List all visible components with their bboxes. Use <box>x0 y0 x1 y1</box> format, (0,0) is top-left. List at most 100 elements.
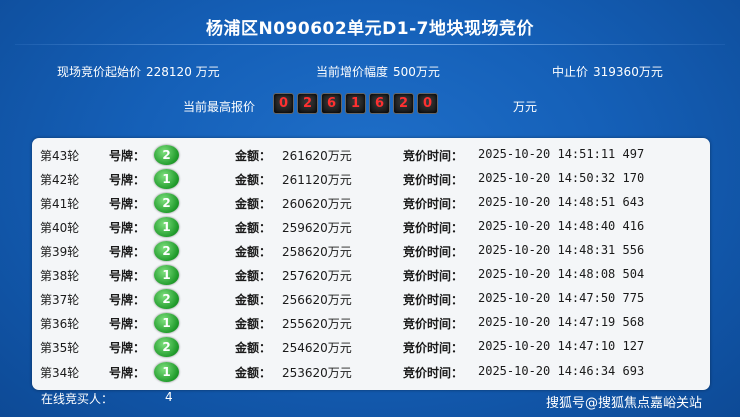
amount-value: 256620万元 <box>282 293 352 307</box>
round-label: 第41轮 <box>40 197 80 211</box>
amount-value: 261620万元 <box>282 149 352 163</box>
time-label: 竞价时间： <box>403 293 464 307</box>
amount-value: 258620万元 <box>282 245 352 259</box>
amount-label: 金额： <box>235 366 272 380</box>
table-row: 第42轮 号牌： 1 金额： 261120万元 竞价时间： 2025-10-20 14:50… <box>32 167 710 191</box>
time-label: 竞价时间： <box>403 245 464 259</box>
round-label: 第40轮 <box>40 221 80 235</box>
plate-label: 号牌： <box>109 197 146 211</box>
plate-label: 号牌： <box>109 341 146 355</box>
page-title: 杨浦区N090602单元D1-7地块现场竞价 <box>205 19 535 39</box>
amount-label: 金额： <box>235 245 272 259</box>
amount-label: 金额： <box>235 197 272 211</box>
plate-label: 号牌： <box>109 366 146 380</box>
time-label: 竞价时间： <box>403 221 464 235</box>
highest-bid-unit: 万元 <box>513 100 538 114</box>
amount-label: 金额： <box>235 293 272 307</box>
amount-label: 金额： <box>235 317 272 331</box>
table-row: 第43轮 号牌： 2 金额： 261620万元 竞价时间： 2025-10-20 14:51… <box>32 143 710 167</box>
plate-label: 号牌： <box>109 245 146 259</box>
amount-label: 金额： <box>235 341 272 355</box>
start-price-value: 228120 万元 <box>146 65 220 79</box>
round-label: 第37轮 <box>40 293 80 307</box>
start-price-label: 现场竞价起始价 <box>57 65 142 79</box>
bid-history-panel: 第43轮 号牌： 2 金额： 261620万元 竞价时间： 2025-10-20 14:51… <box>32 138 710 390</box>
bid-digit: 6 <box>321 93 342 114</box>
amount-label: 金额： <box>235 269 272 283</box>
table-row: 第39轮 号牌： 2 金额： 258620万元 竞价时间： 2025-10-20 14:48… <box>32 239 710 263</box>
bid-digit: 6 <box>369 93 390 114</box>
plate-label: 号牌： <box>109 149 146 163</box>
table-row: 第35轮 号牌： 2 金额： 254620万元 竞价时间： 2025-10-20 14:47… <box>32 335 710 359</box>
time-label: 竞价时间： <box>403 149 464 163</box>
round-label: 第34轮 <box>40 366 80 380</box>
amount-label: 金额： <box>235 149 272 163</box>
bid-digit: 2 <box>297 93 318 114</box>
stop-price-label: 中止价 <box>552 65 589 79</box>
online-bidders-count: 4 <box>165 390 173 404</box>
table-row: 第38轮 号牌： 1 金额： 257620万元 竞价时间： 2025-10-20 14:48… <box>32 263 710 287</box>
increment-label: 当前增价幅度 <box>316 65 389 79</box>
round-label: 第35轮 <box>40 341 80 355</box>
start-price: 现场竞价起始价 228120 万元 <box>57 63 220 80</box>
highest-bid-display: 0 2 6 1 6 2 0 <box>273 93 438 114</box>
time-label: 竞价时间： <box>403 366 464 380</box>
table-row: 第34轮 号牌： 1 金额： 253620万元 竞价时间： 2025-10-20 14:46… <box>32 360 710 384</box>
bid-digit: 0 <box>273 93 294 114</box>
time-value: 2025-10-20 14:48:40 416 <box>478 219 645 233</box>
time-value: 2025-10-20 14:47:50 775 <box>478 291 645 305</box>
amount-value: 254620万元 <box>282 341 352 355</box>
round-label: 第43轮 <box>40 149 80 163</box>
table-row: 第41轮 号牌： 2 金额： 260620万元 竞价时间： 2025-10-20 14:48… <box>32 191 710 215</box>
plate-label: 号牌： <box>109 269 146 283</box>
time-value: 2025-10-20 14:48:31 556 <box>478 243 645 257</box>
plate-badge: 2 <box>154 289 179 309</box>
plate-badge: 1 <box>154 362 179 382</box>
increment: 当前增价幅度 500万元 <box>316 63 440 80</box>
plate-badge: 2 <box>154 145 179 165</box>
plate-badge: 2 <box>154 241 179 261</box>
time-label: 竞价时间： <box>403 173 464 187</box>
round-label: 第42轮 <box>40 173 80 187</box>
time-value: 2025-10-20 14:47:19 568 <box>478 315 645 329</box>
time-label: 竞价时间： <box>403 317 464 331</box>
plate-badge: 2 <box>154 193 179 213</box>
bid-digit: 2 <box>393 93 414 114</box>
amount-label: 金额： <box>235 173 272 187</box>
table-row: 第36轮 号牌： 1 金额： 255620万元 竞价时间： 2025-10-20 14:47… <box>32 311 710 335</box>
plate-label: 号牌： <box>109 221 146 235</box>
bid-digit: 0 <box>417 93 438 114</box>
round-label: 第36轮 <box>40 317 80 331</box>
plate-label: 号牌： <box>109 173 146 187</box>
stop-price-value: 319360万元 <box>593 65 663 79</box>
table-row: 第37轮 号牌： 2 金额： 256620万元 竞价时间： 2025-10-20 14:47… <box>32 287 710 311</box>
amount-value: 255620万元 <box>282 317 352 331</box>
table-row: 第40轮 号牌： 1 金额： 259620万元 竞价时间： 2025-10-20 14:48… <box>32 215 710 239</box>
amount-label: 金额： <box>235 221 272 235</box>
time-label: 竞价时间： <box>403 197 464 211</box>
plate-badge: 1 <box>154 313 179 333</box>
amount-value: 253620万元 <box>282 366 352 380</box>
plate-badge: 1 <box>154 265 179 285</box>
plate-badge: 2 <box>154 337 179 357</box>
time-value: 2025-10-20 14:48:51 643 <box>478 195 645 209</box>
time-value: 2025-10-20 14:47:10 127 <box>478 339 645 353</box>
amount-value: 257620万元 <box>282 269 352 283</box>
amount-value: 259620万元 <box>282 221 352 235</box>
round-label: 第38轮 <box>40 269 80 283</box>
stop-price: 中止价 319360万元 <box>552 63 663 80</box>
round-label: 第39轮 <box>40 245 80 259</box>
time-label: 竞价时间： <box>403 269 464 283</box>
time-label: 竞价时间： <box>403 341 464 355</box>
amount-value: 261120万元 <box>282 173 352 187</box>
watermark-text: 搜狐号@搜狐焦点嘉峪关站 <box>546 396 703 411</box>
plate-label: 号牌： <box>109 317 146 331</box>
time-value: 2025-10-20 14:48:08 504 <box>478 267 645 281</box>
title-divider <box>15 44 725 45</box>
online-bidders: 在线竞买人： 4 <box>41 390 173 407</box>
online-bidders-label: 在线竞买人： <box>41 392 114 406</box>
plate-badge: 1 <box>154 169 179 189</box>
amount-value: 260620万元 <box>282 197 352 211</box>
plate-badge: 1 <box>154 217 179 237</box>
time-value: 2025-10-20 14:46:34 693 <box>478 364 645 378</box>
